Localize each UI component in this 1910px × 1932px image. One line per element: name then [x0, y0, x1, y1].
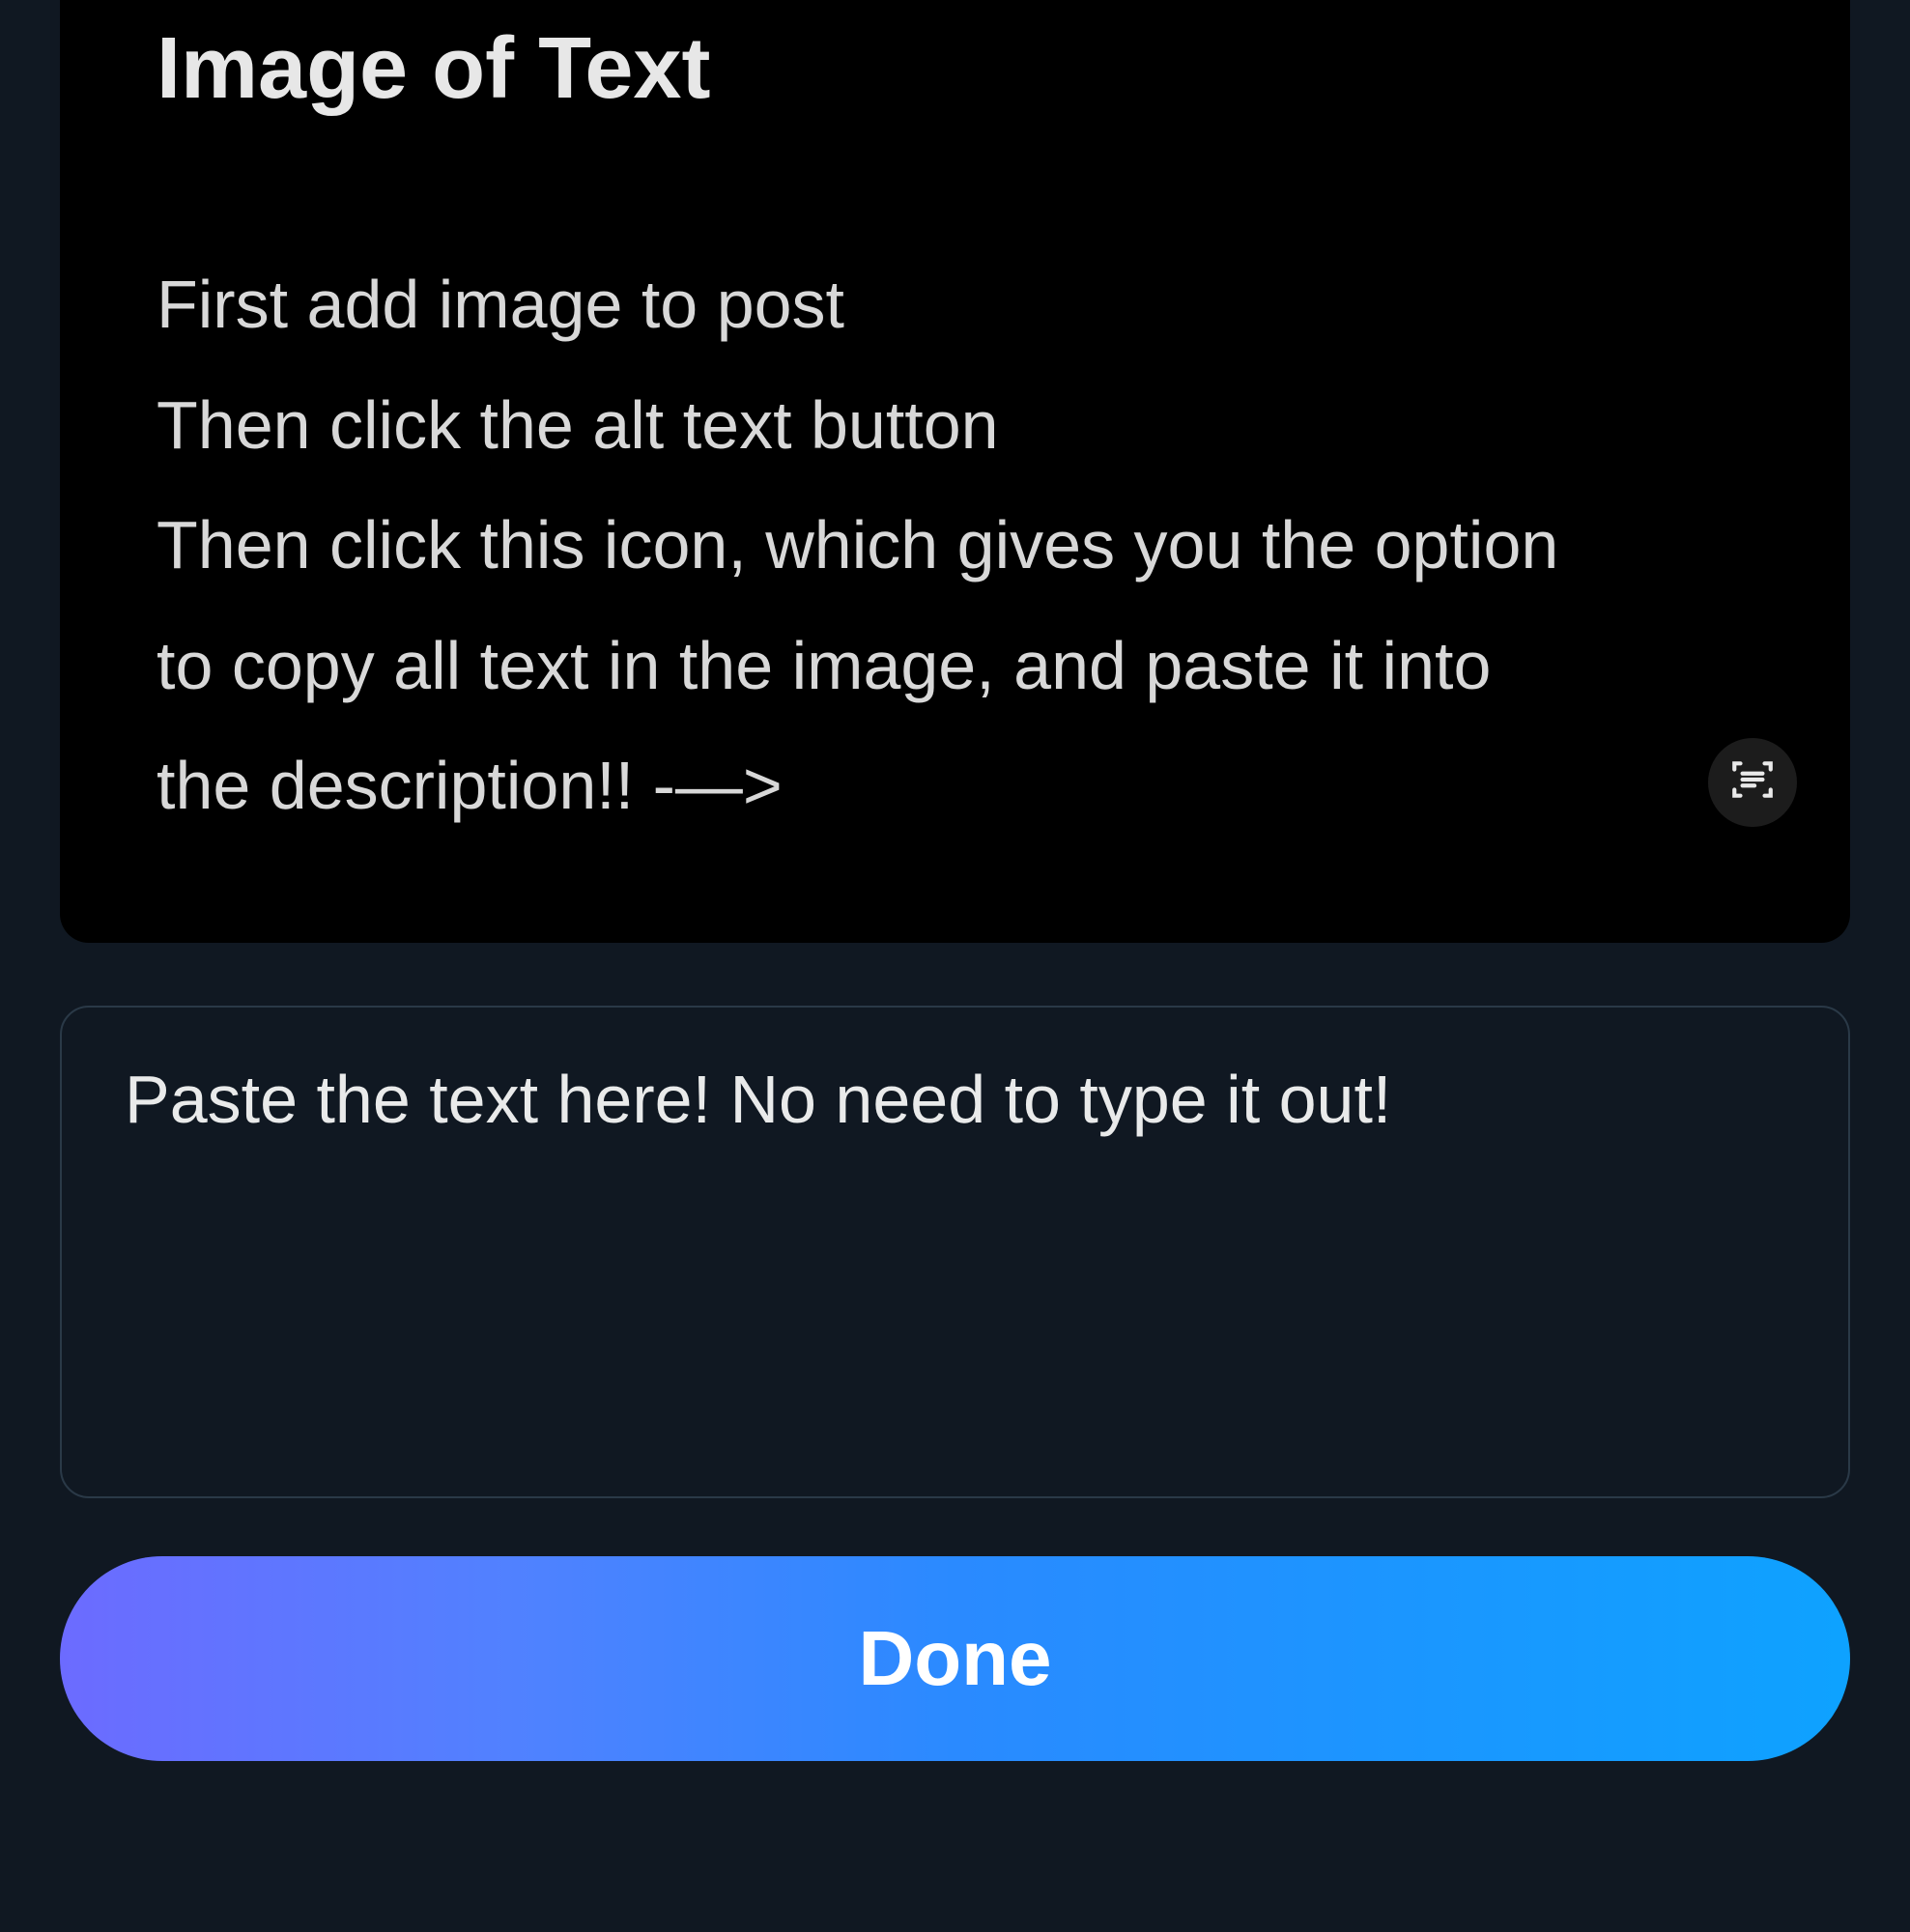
image-body-text: First add image to postThen click the al… [157, 244, 1586, 846]
description-textarea[interactable] [125, 1061, 1785, 1443]
description-field-container [60, 1006, 1850, 1498]
image-preview-panel: Image of Text First add image to postThe… [60, 0, 1850, 943]
text-scan-button[interactable] [1708, 738, 1797, 827]
image-title: Image of Text [157, 0, 1753, 119]
done-button[interactable]: Done [60, 1556, 1850, 1761]
text-scan-icon [1728, 755, 1777, 809]
